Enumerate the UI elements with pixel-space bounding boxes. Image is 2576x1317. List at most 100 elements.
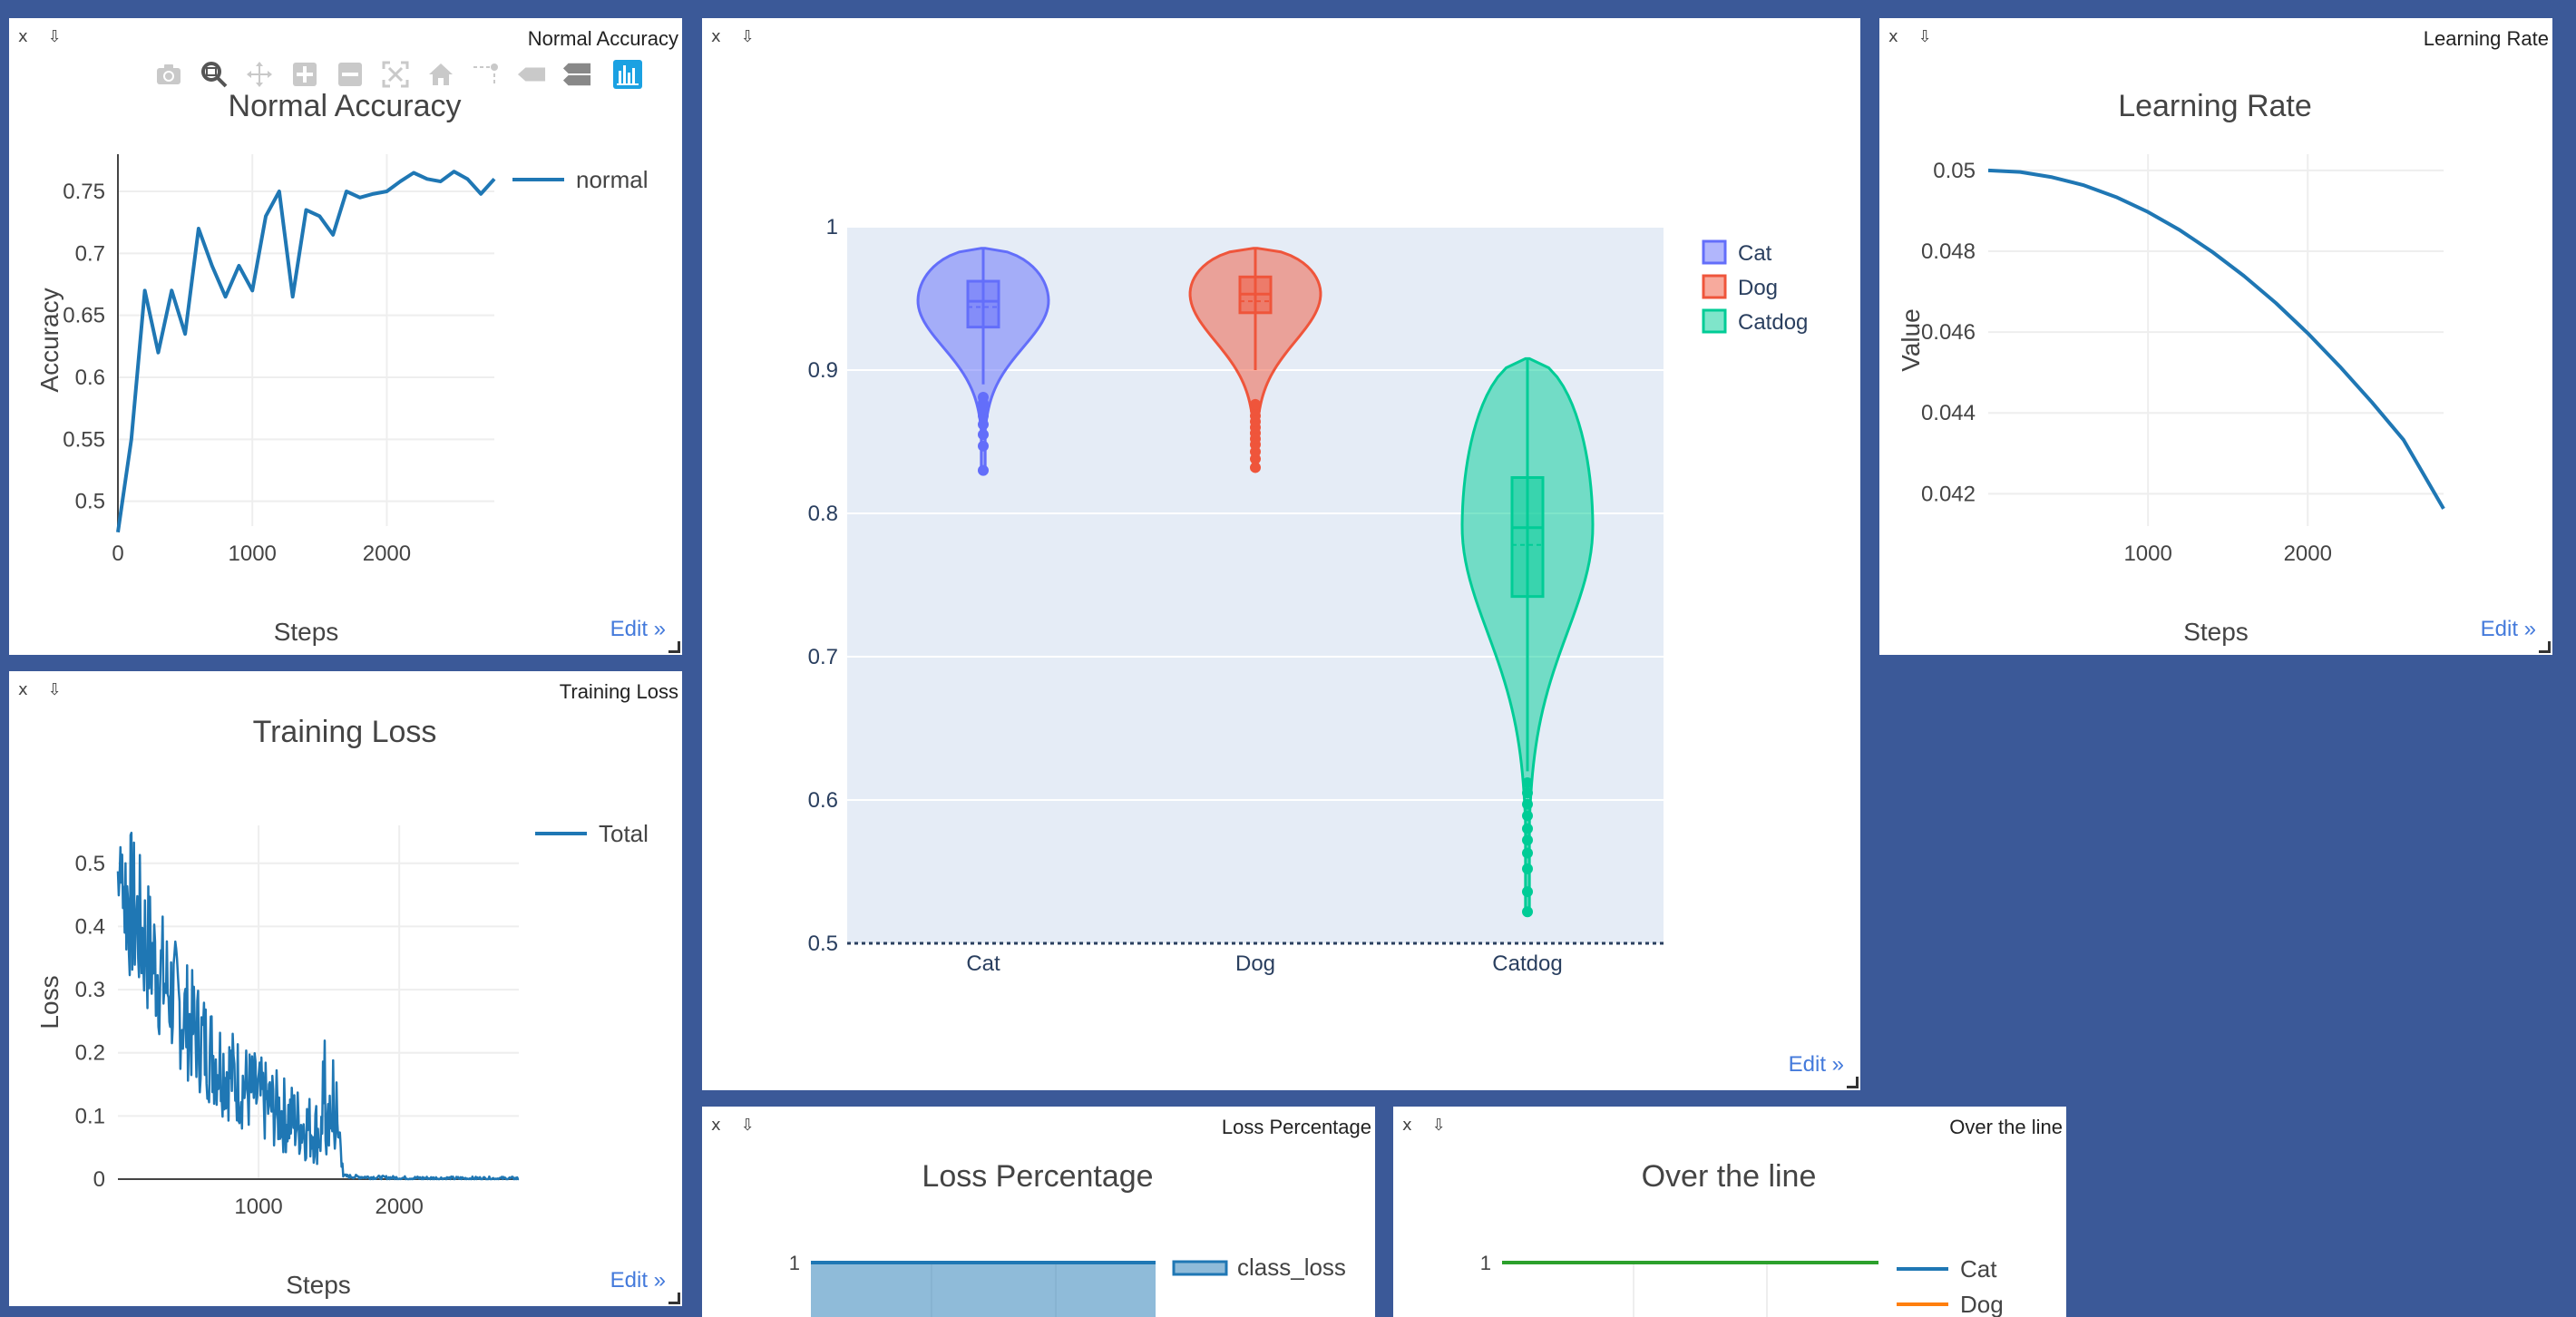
y-tick-label: 0.046 <box>1921 320 1976 345</box>
violin-chart: 0.5 0.6 0.7 0.8 0.9 1 Cat Dog Catdog Cat Dog Catdog <box>808 215 1809 976</box>
y-tick-label: 0.9 <box>808 358 838 383</box>
resize-handle[interactable] <box>668 1293 680 1304</box>
edit-plot-link[interactable]: Edit » <box>1789 1052 1844 1078</box>
y-axis-title: Accuracy <box>35 288 63 392</box>
edit-plot-link[interactable]: Edit » <box>610 1268 666 1293</box>
outlier-point <box>978 440 989 452</box>
outlier-point <box>1522 810 1533 822</box>
x-tick-label: 2000 <box>2284 541 2332 566</box>
hover-compare-icon[interactable] <box>562 60 591 89</box>
zoom-icon[interactable] <box>200 60 229 89</box>
y-tick-label: 0.6 <box>75 366 105 390</box>
outlier-point <box>978 464 989 476</box>
x-tick-label: 2000 <box>363 541 411 566</box>
plot-modebar <box>154 56 642 93</box>
outlier-point <box>1522 777 1533 789</box>
loss-percentage-chart: Loss Percentage 1 class_loss <box>789 1159 1346 1317</box>
legend-swatch <box>1702 274 1727 299</box>
y-tick-label: 0.044 <box>1921 401 1976 425</box>
over-the-line-chart: Over the line 1 Cat Dog <box>1480 1159 2004 1317</box>
hover-closest-icon[interactable] <box>517 60 546 89</box>
y-tick-label: 0.05 <box>1933 159 1976 183</box>
x-tick-label: 0 <box>112 541 123 566</box>
legend-swatch <box>1172 1260 1228 1276</box>
legend-label: Dog <box>1960 1291 2004 1317</box>
y-tick-label: 0.4 <box>75 914 105 939</box>
area-fill <box>811 1263 1156 1317</box>
loss-percentage-pane: x ⇩ Loss Percentage Loss Percentage 1 class… <box>702 1107 1375 1317</box>
x-axis-title: Steps <box>274 618 339 646</box>
chart-title: Normal Accuracy <box>229 89 462 123</box>
outlier-point <box>1522 787 1533 799</box>
legend-label: Catdog <box>1738 310 1808 335</box>
edit-plot-link[interactable]: Edit » <box>2481 617 2536 642</box>
y-axis-title: Value <box>1897 308 1925 372</box>
x-tick-label: 1000 <box>2123 541 2171 566</box>
x-tick-label: 2000 <box>375 1195 423 1219</box>
y-tick-label: 0.75 <box>63 180 105 204</box>
outlier-point <box>1522 823 1533 834</box>
chart-title: Learning Rate <box>2118 89 2312 123</box>
outlier-point <box>1522 906 1533 918</box>
resize-handle[interactable] <box>668 641 680 653</box>
chart-title: Loss Percentage <box>922 1159 1153 1194</box>
learning-rate-chart: 1000 2000 0.042 0.044 0.046 0.048 0.05 Learning… <box>1897 89 2445 646</box>
outlier-point <box>1522 834 1533 846</box>
outlier-point <box>1522 863 1533 874</box>
learning-rate-pane: x ⇩ Learning Rate 1000 2000 0.042 0.044 0.046… <box>1879 18 2552 655</box>
y-tick-label: 0.3 <box>75 978 105 1002</box>
x-tick-label: Catdog <box>1492 951 1562 976</box>
pan-icon[interactable] <box>245 60 274 89</box>
violin-pane: x ⇩ 0.5 0.6 0.7 0.8 0.9 1 Cat Dog Catdog Cat Dog Cat… <box>702 18 1860 1090</box>
legend-label: class_loss <box>1237 1254 1346 1281</box>
violin-box <box>1510 476 1545 599</box>
y-tick-label: 0.5 <box>808 932 838 956</box>
y-tick-label: 0.6 <box>808 788 838 813</box>
series-line-total <box>116 831 520 1181</box>
resize-handle[interactable] <box>2539 641 2551 653</box>
plotly-logo-icon[interactable] <box>613 60 642 89</box>
outlier-point <box>1522 886 1533 898</box>
edit-plot-link[interactable]: Edit » <box>610 617 666 642</box>
training-loss-chart: 1000 2000 0 0.1 0.2 0.3 0.4 0.5 Training Loss Ste… <box>35 715 649 1299</box>
legend-swatch <box>1702 239 1727 265</box>
y-tick-label: 0.5 <box>75 490 105 514</box>
outlier-point <box>978 392 989 404</box>
autoscale-icon[interactable] <box>381 60 410 89</box>
y-tick-label: 1 <box>1480 1252 1491 1274</box>
chart-title: Training Loss <box>253 715 437 749</box>
legend-label: Dog <box>1738 276 1778 300</box>
legend-label: Cat <box>1960 1255 1997 1283</box>
camera-icon[interactable] <box>154 60 183 89</box>
series-line-normal <box>116 170 496 533</box>
y-tick-label: 0.55 <box>63 427 105 452</box>
x-tick-label: 1000 <box>229 541 277 566</box>
y-axis-title: Loss <box>35 975 63 1029</box>
series-line <box>1987 168 2445 510</box>
y-tick-label: 0 <box>93 1167 105 1192</box>
y-tick-label: 1 <box>826 215 838 239</box>
x-axis-title: Steps <box>2183 618 2249 646</box>
home-icon[interactable] <box>426 60 455 89</box>
legend-label: Cat <box>1738 241 1772 266</box>
resize-handle[interactable] <box>1847 1077 1859 1088</box>
chart-title: Over the line <box>1642 1159 1817 1194</box>
zoom-out-icon[interactable] <box>336 60 365 89</box>
y-tick-label: 0.7 <box>75 241 105 266</box>
y-tick-label: 0.048 <box>1921 239 1976 264</box>
zoom-in-icon[interactable] <box>290 60 319 89</box>
outlier-point <box>978 429 989 441</box>
y-tick-label: 0.042 <box>1921 482 1976 506</box>
normal-accuracy-pane: x ⇩ Normal Accuracy 0 1000 2000 0.5 0.55 0.6 0.… <box>9 18 682 655</box>
violin-box <box>966 279 1000 329</box>
y-tick-label: 0.1 <box>75 1104 105 1128</box>
y-tick-label: 0.7 <box>808 645 838 669</box>
legend-label: Total <box>599 820 649 847</box>
over-the-line-pane: x ⇩ Over the line Over the line 1 Cat Dog <box>1393 1107 2066 1317</box>
y-tick-label: 1 <box>789 1252 800 1274</box>
outlier-point <box>1250 398 1261 410</box>
accuracy-chart: 0 1000 2000 0.5 0.55 0.6 0.65 0.7 0.75 Normal Acc… <box>35 89 648 646</box>
x-axis-title: Steps <box>286 1271 351 1299</box>
spike-lines-icon[interactable] <box>472 60 501 89</box>
y-tick-label: 0.65 <box>63 304 105 328</box>
